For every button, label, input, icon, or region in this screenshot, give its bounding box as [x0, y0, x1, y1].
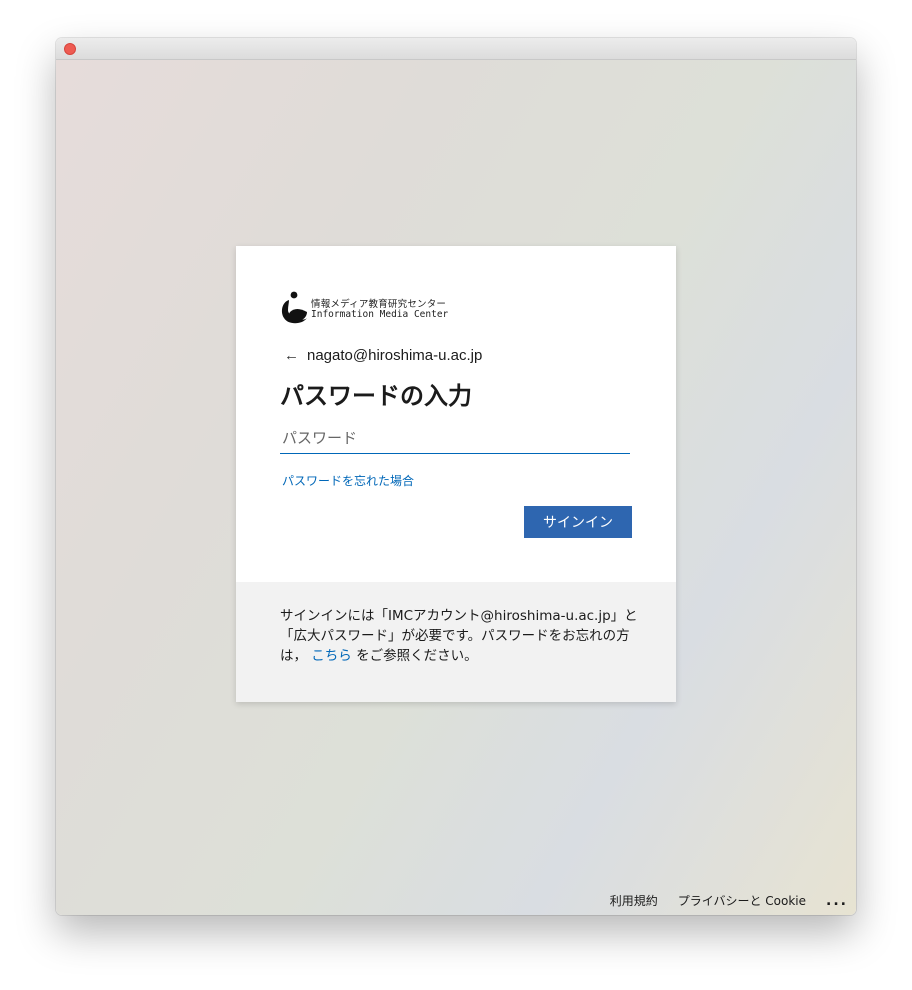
logo-icon: [281, 291, 307, 324]
logo-text-en: Information Media Center: [311, 309, 449, 320]
account-email: nagato@hiroshima-u.ac.jp: [307, 346, 483, 364]
window-close-button[interactable]: [64, 43, 76, 55]
more-options-icon[interactable]: ...: [826, 893, 848, 909]
browser-window: 情報メディア教育研究センター Information Media Center …: [56, 38, 856, 915]
info-footer: サインインには「IMCアカウント@hiroshima-u.ac.jp」と「広大パ…: [236, 582, 676, 702]
logo-text-jp: 情報メディア教育研究センター: [311, 299, 447, 310]
signin-button[interactable]: サインイン: [524, 506, 632, 538]
reference-link[interactable]: こちら: [311, 648, 352, 664]
page-background: 情報メディア教育研究センター Information Media Center …: [56, 60, 856, 915]
forgot-password-link[interactable]: パスワードを忘れた場合: [282, 472, 414, 489]
window-titlebar: [56, 38, 856, 60]
info-text-after: をご参照ください。: [356, 648, 478, 664]
account-back-row[interactable]: ← nagato@hiroshima-u.ac.jp: [284, 345, 482, 365]
terms-link[interactable]: 利用規約: [610, 892, 658, 909]
info-text: サインインには「IMCアカウント@hiroshima-u.ac.jp」と「広大パ…: [280, 606, 640, 666]
page-title: パスワードの入力: [280, 382, 472, 410]
organization-logo: 情報メディア教育研究センター Information Media Center: [280, 290, 480, 326]
signin-card: 情報メディア教育研究センター Information Media Center …: [236, 246, 676, 702]
password-input[interactable]: [280, 422, 630, 454]
privacy-link[interactable]: プライバシーと Cookie: [678, 892, 806, 909]
back-arrow-icon[interactable]: ←: [284, 347, 299, 364]
page-footer-links: 利用規約 プライバシーと Cookie ...: [610, 892, 848, 909]
